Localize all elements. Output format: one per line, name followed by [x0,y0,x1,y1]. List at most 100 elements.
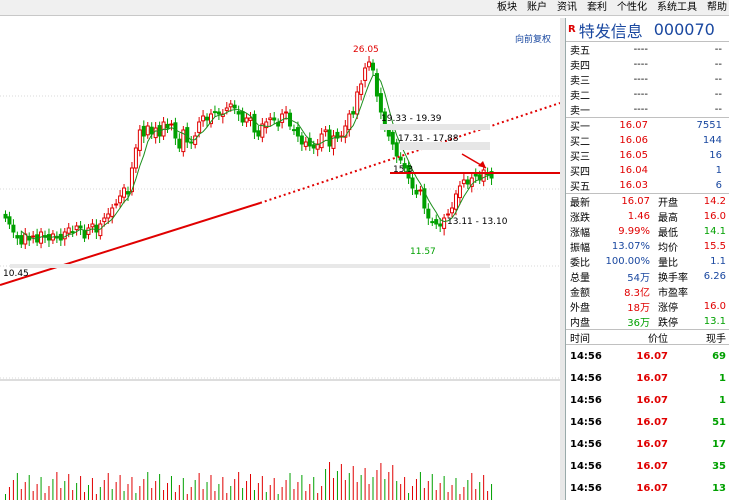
tick-vol: 13 [712,482,726,494]
candle-body [244,117,249,123]
stats-row: 外盘 18万 涨停 16.0 [566,299,729,314]
tick-vol: 51 [712,416,726,428]
menu: 板块 账户 资讯 套利 个性化 系统工具 帮助 [497,0,729,16]
candle-body [232,104,237,109]
bid-price: 16.04 [619,165,648,176]
candle-body [141,125,146,137]
menu-item-arbitrage[interactable]: 套利 [587,0,607,16]
stat-value-2: 1.1 [710,256,726,267]
stat-label-2: 量比 [658,258,678,269]
candles [3,56,494,249]
stat-value: 18万 [627,303,650,314]
candle-body [430,221,435,224]
stats-row: 涨跌 1.46 最高 16.0 [566,209,729,224]
stat-value-2: 6.26 [703,271,726,282]
stat-value-2: 16.0 [703,211,726,222]
label-range-2: 17.31 - 17.88 [398,134,459,144]
candle-body [185,127,190,143]
candle-body [450,207,455,214]
candle-body [110,207,115,217]
stats-row: 内盘 36万 跌停 13.1 [566,314,729,329]
label-high: 26.05 [353,45,379,55]
candle-body [212,111,217,114]
bid-vol: 1 [715,165,722,176]
ask-row: 卖四 ---- -- [566,57,729,72]
bid-row: 买四 16.04 1 [566,163,729,178]
candle-body [3,213,8,219]
ask-price: ---- [633,104,648,115]
bid-price: 16.06 [619,135,648,146]
candle-body [126,191,130,195]
candle-body [122,187,127,198]
candle-body [410,177,415,189]
ask-price: ---- [633,59,648,70]
menu-item-personalize[interactable]: 个性化 [617,0,647,16]
annotations [0,102,560,286]
menu-item-account[interactable]: 账户 [527,0,547,16]
tick-vol: 35 [712,460,726,472]
adjust-label[interactable]: 向前复权 [515,33,551,45]
tick-row: 14:56 16.07 69 [566,345,729,367]
stat-label: 涨跌 [570,213,590,224]
tick-vol: 1 [719,394,726,406]
bid-label: 买二 [570,137,590,148]
candle-body [169,123,174,126]
tick-vol: 17 [712,438,726,450]
candle-body [280,113,285,123]
kline-chart[interactable]: 向前复权 26.05 10.45 11.57 19.33 - 19.39 17.… [0,18,560,500]
candle-body [327,129,332,147]
stats-row: 振幅 13.07% 均价 15.5 [566,239,729,254]
menu-item-sector[interactable]: 板块 [497,0,517,16]
candle-body [461,179,466,185]
bid-row: 买三 16.05 16 [566,148,729,163]
candle-body [11,224,16,233]
tick-time: 14:56 [570,460,602,472]
stats-block: 最新 16.07 开盘 14.2 涨跌 1.46 最高 16.0 涨幅 9.99% 最低 14.1 振幅… [566,194,729,329]
ask-row: 卖三 ---- -- [566,72,729,87]
stat-label-2: 涨停 [658,303,678,314]
stat-label-2: 最高 [658,213,678,224]
candle-body [438,223,443,227]
bid-row: 买五 16.03 6 [566,178,729,193]
ask-label: 卖一 [570,106,590,117]
candle-body [272,117,277,121]
candle-body [86,227,91,235]
tick-vol: 69 [712,350,726,362]
candle-body [434,219,439,225]
ticks-header-time: 时间 [570,333,590,345]
ask-row: 卖一 ---- -- [566,102,729,117]
stats-row: 涨幅 9.99% 最低 14.1 [566,224,729,239]
candle-body [19,235,24,245]
menu-item-system-tools[interactable]: 系统工具 [657,0,697,16]
candle-body [177,138,182,149]
candle-body [15,235,20,239]
candle-body [78,225,83,229]
ticks-header-price: 价位 [648,333,668,345]
tick-price: 16.07 [636,372,668,384]
candle-body [319,133,324,149]
bid-row: 买一 16.07 7551 [566,118,729,133]
candle-body [118,195,123,204]
tick-row: 14:56 16.07 51 [566,411,729,433]
candle-body [465,179,470,185]
candle-body [390,131,395,145]
candle-body [252,113,257,133]
stat-label-2: 市盈率 [658,288,688,299]
candle-body [70,231,75,234]
tick-row: 14:56 16.07 13 [566,477,729,499]
candle-body [284,111,289,114]
stat-value-2: 15.5 [703,241,726,252]
ask-label: 卖四 [570,61,590,72]
ask-price: ---- [633,44,648,55]
stat-value-2: 13.1 [703,316,726,327]
stat-label: 总量 [570,273,590,284]
menu-item-help[interactable]: 帮助 [707,0,727,16]
menu-item-news[interactable]: 资讯 [557,0,577,16]
stat-value: 8.3亿 [624,288,650,299]
label-range-3: 13.11 - 13.10 [447,217,508,227]
candle-body [291,129,296,132]
tick-time: 14:56 [570,350,602,362]
candle-body [102,217,107,223]
stat-label-2: 跌停 [658,318,678,329]
stat-label: 最新 [570,198,590,209]
